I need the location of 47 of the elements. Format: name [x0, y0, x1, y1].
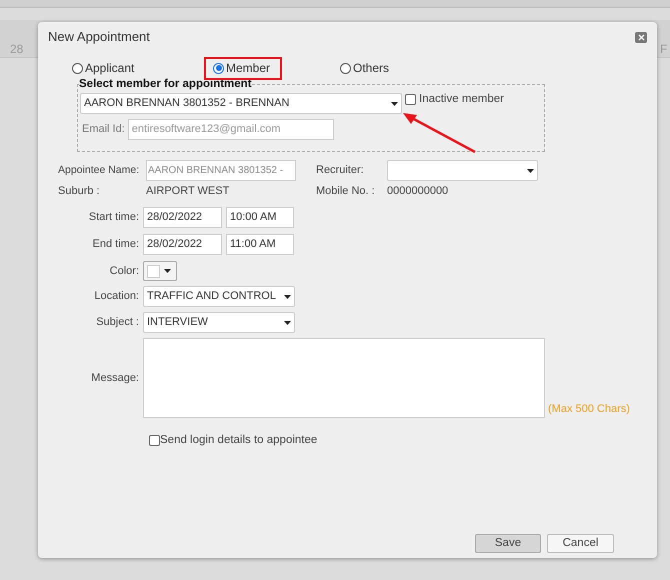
checkbox-label: Send login details to appointee: [160, 433, 318, 448]
arrow-icon: [402, 112, 477, 154]
close-button[interactable]: [635, 32, 647, 42]
cancel-button[interactable]: Cancel: [547, 534, 614, 554]
field-label: Color:: [110, 264, 139, 277]
dialog-title: New Appointment: [48, 28, 150, 46]
field-label: Email Id:: [82, 122, 125, 138]
member-dropdown[interactable]: AARON BRENNAN 3801352 - BRENNAN: [80, 93, 402, 114]
field-label: Subject :: [96, 316, 139, 328]
day-label: F: [660, 41, 668, 58]
location-dropdown[interactable]: TRAFFIC AND CONTROL: [143, 286, 295, 307]
caret-icon: [284, 294, 291, 298]
radio-label: Applicant: [85, 60, 134, 77]
radio-label: Others: [353, 60, 390, 77]
field-label: Mobile No. :: [316, 184, 375, 197]
caret-icon: [527, 168, 534, 172]
text-field[interactable]: 28/02/2022: [143, 207, 222, 228]
text-field[interactable]: 11:00 AM: [226, 234, 294, 255]
close-icon: [638, 34, 644, 40]
suburb-value: AIRPORT WEST: [146, 184, 230, 197]
field-label: Location:: [94, 290, 139, 302]
radio-button[interactable]: [340, 62, 351, 74]
radio-button[interactable]: [72, 62, 83, 74]
checkbox-label: Inactive member: [419, 92, 504, 107]
radio-button[interactable]: [213, 62, 224, 74]
day-label: 28: [10, 41, 24, 58]
field-label: End time:: [92, 238, 139, 250]
field-label: Appointee Name:: [58, 164, 140, 176]
caret-icon: [391, 102, 398, 106]
field-label: Recruiter:: [316, 164, 364, 176]
checkbox[interactable]: [405, 94, 416, 106]
message-field[interactable]: [143, 338, 545, 418]
color-picker[interactable]: [143, 261, 177, 281]
field-label: Suburb :: [58, 184, 100, 197]
text-field[interactable]: 28/02/2022: [143, 234, 222, 255]
field-label: Message:: [91, 372, 139, 384]
group-title: Select member for appointment: [79, 78, 252, 90]
mobile-value: 0000000000: [387, 184, 448, 199]
caret-icon: [284, 320, 291, 324]
text-field[interactable]: 10:00 AM: [226, 207, 294, 228]
field-label: Start time:: [88, 211, 139, 224]
max-chars-note: (Max 500 Chars): [548, 402, 630, 416]
subject-dropdown[interactable]: INTERVIEW: [143, 312, 295, 333]
radio-label: Member: [226, 60, 270, 77]
checkbox[interactable]: [149, 435, 160, 446]
caret-icon: [164, 269, 171, 273]
save-button[interactable]: Save: [475, 534, 541, 554]
